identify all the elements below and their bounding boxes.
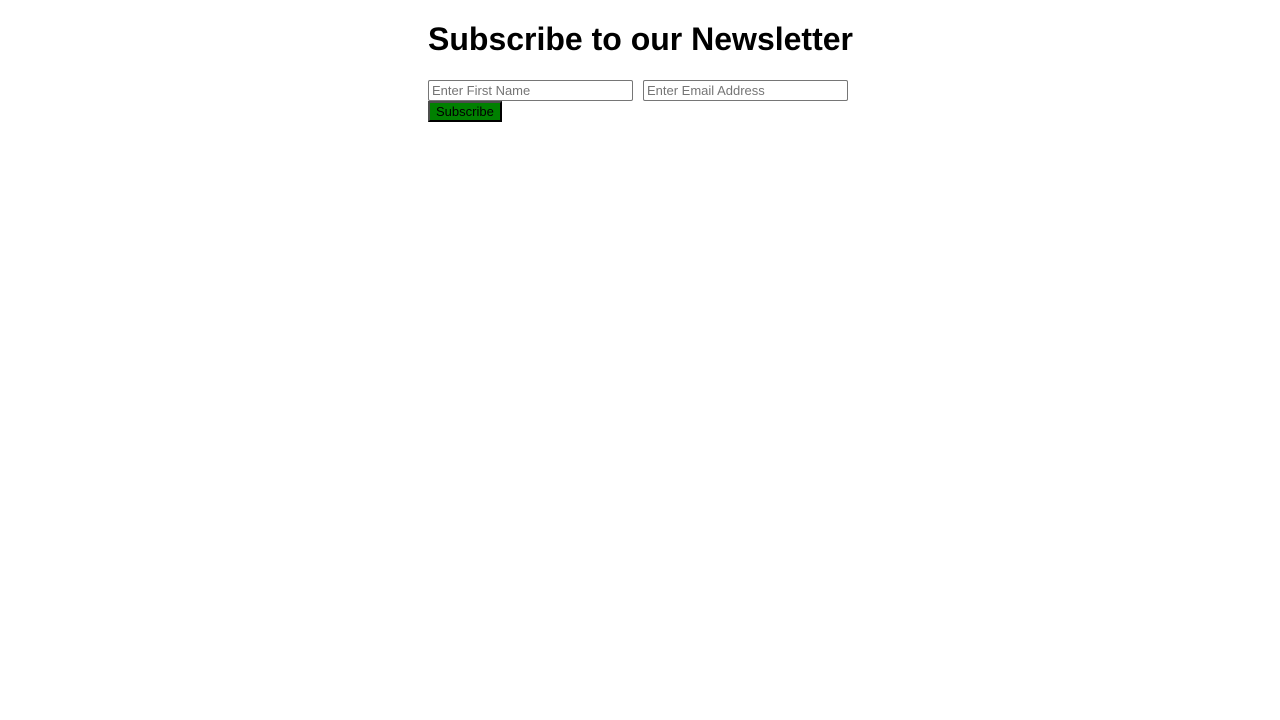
subscribe-button[interactable]: Subscribe [428,101,502,122]
input-row [428,80,852,101]
first-name-input[interactable] [428,80,633,101]
page-title: Subscribe to our Newsletter [428,21,853,57]
email-input[interactable] [643,80,848,101]
newsletter-form: Subscribe to our Newsletter Subscribe [428,0,853,122]
